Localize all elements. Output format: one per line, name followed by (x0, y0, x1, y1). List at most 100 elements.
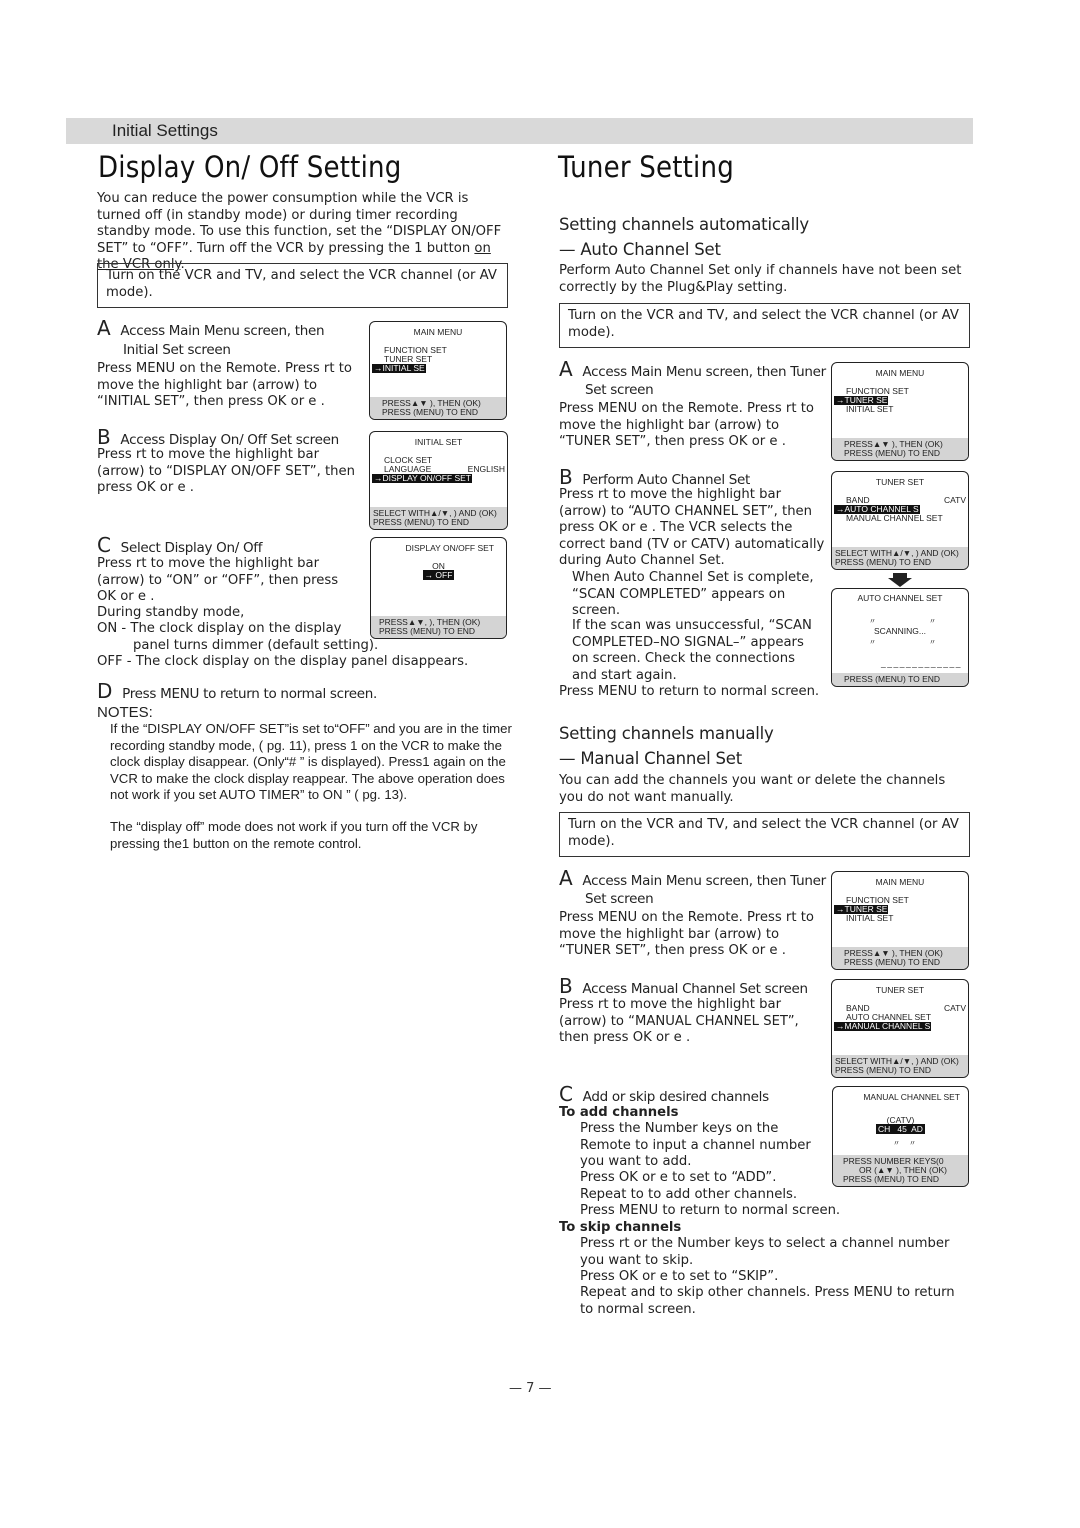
auto-unsuccessful-text: If the scan was unsuccessful, “SCAN COMP… (572, 618, 812, 683)
manual-step-a-title: A Access Main Menu screen, then Tuner (559, 866, 826, 890)
step-title-text: Access Main Menu screen, then Tuner (582, 364, 826, 380)
osd-footer: SELECT WITH▲/▼, ) AND (OK) PRESS (MENU) … (832, 547, 968, 569)
blink-mark-icon: 〃 (929, 639, 936, 646)
osd-footer-line: PRESS (MENU) TO END (835, 557, 932, 567)
auto-step-b-text: Press rt to move the highlight bar (arro… (559, 487, 825, 568)
note-1: If the “DISPLAY ON/OFF SET”is set to“OFF… (110, 721, 512, 802)
osd-footer-line: PRESS (MENU) TO END (844, 674, 941, 684)
step-title-text: Press MENU to return to normal screen. (122, 686, 377, 702)
intro-text: You can reduce the power consumption whi… (97, 191, 502, 256)
step-letter: C (559, 1082, 573, 1106)
add-line-3: Repeat to to add other channels. (580, 1187, 798, 1202)
step-b-title: B Access Display On/ Off Set screen (97, 425, 339, 449)
step-title-text: Access Main Menu screen, then Tuner (582, 873, 826, 889)
manual-step-c-title: C Add or skip desired channels (559, 1082, 769, 1106)
add-channels-title: To add channels (559, 1105, 679, 1120)
step-title-text: Access Main Menu screen, then (120, 323, 325, 339)
osd-main-menu-initial: MAIN MENU FUNCTION SET TUNER SET →INITIA… (369, 321, 507, 420)
blink-mark-icon: 〃 (893, 1140, 900, 1147)
osd-footer: SELECT WITH▲/▼, ) AND (OK) PRESS (MENU) … (370, 507, 507, 529)
step-d-title: D Press MENU to return to normal screen. (97, 679, 377, 703)
osd-item-selected: →DISPLAY ON/OFF SET (372, 473, 472, 483)
display-intro: You can reduce the power consumption whi… (97, 191, 509, 274)
section-header-band: Initial Settings (66, 118, 973, 144)
osd-initial-set: INITIAL SET CLOCK SET LANGUAGE ENGLISH →D… (369, 431, 508, 530)
blink-mark-icon: 〃 (909, 1140, 916, 1147)
step-letter: A (559, 357, 573, 381)
skip-line-1: Press rt or the Number keys to select a … (580, 1236, 950, 1268)
step-letter: C (97, 533, 111, 557)
add-line-4: Press MENU to return to normal screen. (580, 1203, 841, 1218)
section-title: Initial Settings (112, 121, 218, 140)
note-2: The “display off” mode does not work if … (110, 819, 478, 851)
skip-channels-title: To skip channels (559, 1220, 682, 1235)
step-b-text: Press rt to move the highlight bar (arro… (97, 447, 355, 495)
flow-down-arrow-icon (888, 573, 912, 587)
step-letter: D (97, 679, 113, 703)
manual-step-b-text: Press rt to move the highlight bar (arro… (559, 997, 799, 1045)
osd-item-value: CATV (943, 495, 966, 505)
step-letter: A (559, 866, 573, 890)
osd-footer-line: PRESS (MENU) TO END (373, 517, 470, 527)
blink-mark-icon: 〃 (869, 618, 876, 625)
osd-title: INITIAL SET (414, 437, 463, 447)
step-title-text: Add or skip desired channels (582, 1089, 769, 1105)
blink-mark-icon: 〃 (869, 639, 876, 646)
manual-intro: You can add the channels you want or del… (559, 773, 946, 805)
osd-footer: PRESS▲▼ ), THEN (OK) PRESS (MENU) TO END (370, 397, 506, 419)
step-a-text: Press MENU on the Remote. Press rt to mo… (97, 361, 352, 409)
osd-title: DISPLAY ON/OFF SET (405, 543, 494, 553)
osd-main-menu-auto: MAIN MENU FUNCTION SET →TUNER SE INITIAL… (831, 362, 969, 461)
on-description-cont: panel turns dimmer (default setting). (133, 638, 379, 653)
osd-tuner-set-manual: TUNER SET BAND CATV AUTO CHANNEL SET →MAN… (831, 979, 969, 1078)
step-letter: B (559, 465, 573, 489)
osd-title: MAIN MENU (875, 368, 925, 378)
osd-footer: PRESS▲▼ ), THEN (OK) PRESS (MENU) TO END (832, 438, 968, 460)
page-title-display-onoff: Display On/ Off Setting (98, 150, 402, 184)
osd-footer: PRESS▲▼ ), THEN (OK) PRESS (MENU) TO END (832, 947, 968, 969)
osd-title: MANUAL CHANNEL SET (863, 1092, 960, 1102)
osd-footer: PRESS (MENU) TO END (832, 673, 968, 686)
step-c-text: Press rt to move the highlight bar (arro… (97, 556, 339, 604)
on-description: ON - The clock display on the display (97, 621, 342, 636)
osd-footer: SELECT WITH▲/▼, ) AND (OK) PRESS (MENU) … (832, 1055, 968, 1077)
auto-step-a-title2: Set screen (585, 382, 654, 398)
osd-item-selected: →MANUAL CHANNEL S (834, 1021, 932, 1031)
step-a-title2: Initial Set screen (123, 342, 231, 358)
manual-heading: Setting channels manually (559, 724, 774, 743)
osd-item-value: ENGLISH (467, 464, 505, 474)
auto-heading-sub: — Auto Channel Set (559, 240, 721, 259)
osd-item-selected: →INITIAL SE (372, 363, 426, 373)
osd-display-onoff-set: DISPLAY ON/OFF SET ON → OFF PRESS▲▼, ), … (370, 537, 507, 639)
step-letter: B (97, 425, 111, 449)
osd-footer-line: PRESS (MENU) TO END (382, 407, 479, 417)
step-letter: B (559, 974, 573, 998)
step-letter: A (97, 316, 111, 340)
notes-title: NOTES: (97, 704, 153, 721)
skip-line-3: Repeat and to skip other channels. Press… (580, 1285, 955, 1317)
auto-complete-text: When Auto Channel Set is complete, “SCAN… (572, 570, 814, 618)
manual-step-b-title: B Access Manual Channel Set screen (559, 974, 808, 998)
osd-scanning-status: SCANNING... (874, 626, 926, 636)
add-line-1: Press the Number keys on the Remote to i… (580, 1121, 811, 1169)
osd-title: MAIN MENU (875, 877, 925, 887)
osd-footer-line: PRESS (MENU) TO END (835, 1065, 932, 1075)
auto-step-a-text: Press MENU on the Remote. Press rt to mo… (559, 401, 814, 449)
step-a-title: A Access Main Menu screen, then (97, 316, 325, 340)
osd-item: INITIAL SET (846, 913, 894, 923)
off-description: OFF - The clock display on the display p… (97, 654, 469, 669)
auto-step-a-title: A Access Main Menu screen, then Tuner (559, 357, 826, 381)
page-title-tuner: Tuner Setting (558, 150, 734, 184)
osd-title: TUNER SET (875, 477, 925, 487)
osd-footer: PRESS NUMBER KEYS(0 OR (▲▼ ), THEN (OK) … (833, 1155, 968, 1186)
osd-footer: PRESS▲▼, ), THEN (OK) PRESS (MENU) TO EN… (371, 616, 506, 638)
prereq-box: Turn on the VCR and TV, and select the V… (97, 263, 508, 308)
step-c-title: C Select Display On/ Off (97, 533, 263, 557)
osd-tuner-set-auto: TUNER SET BAND CATV →AUTO CHANNEL S MANUA… (831, 471, 969, 570)
osd-main-menu-manual: MAIN MENU FUNCTION SET →TUNER SE INITIAL… (831, 871, 969, 970)
auto-prereq-box: Turn on the VCR and TV, and select the V… (559, 303, 970, 348)
step-title-text: Perform Auto Channel Set (582, 472, 751, 488)
osd-footer-line: PRESS (MENU) TO END (843, 1174, 940, 1184)
osd-title: TUNER SET (875, 985, 925, 995)
auto-heading: Setting channels automatically (559, 215, 809, 234)
